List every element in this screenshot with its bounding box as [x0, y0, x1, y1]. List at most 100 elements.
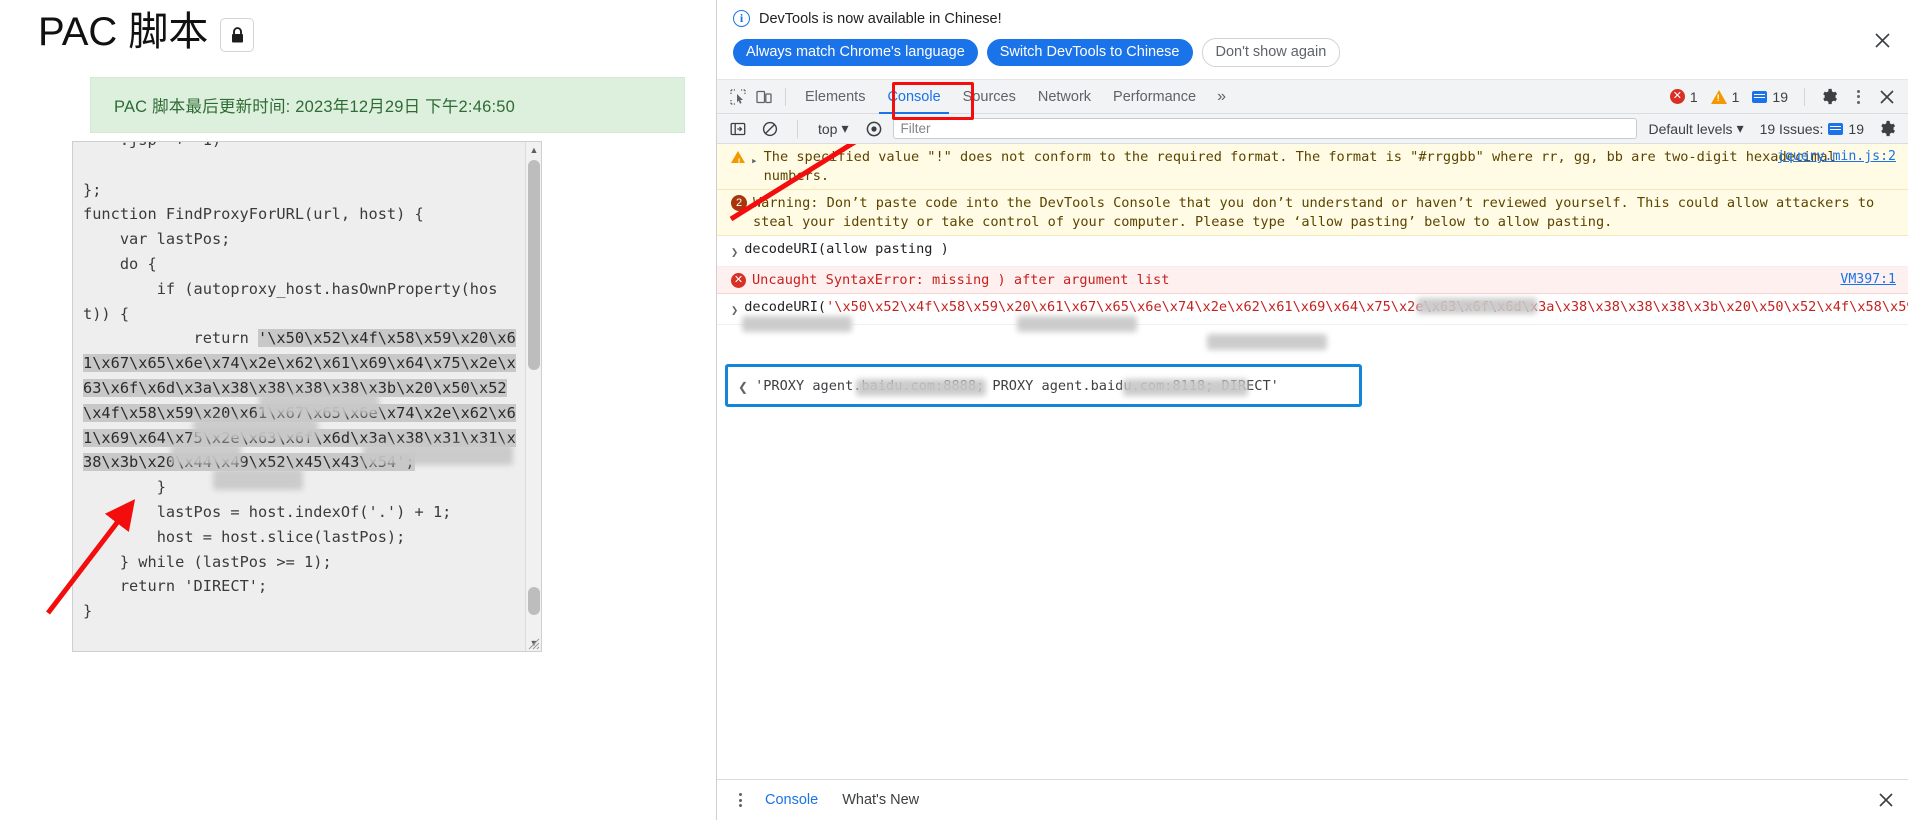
clear-console-icon[interactable]	[757, 116, 783, 142]
gear-icon[interactable]	[1816, 84, 1842, 110]
inspect-glyph	[730, 88, 746, 105]
console-row-warning-format[interactable]: ▸ The specified value "!" does not confo…	[717, 144, 1908, 190]
expand-arrow-icon[interactable]: ▸	[751, 152, 758, 171]
redaction-patch-console-2	[742, 316, 852, 332]
console-row-syntax-error[interactable]: ✕ Uncaught SyntaxError: missing ) after …	[717, 266, 1908, 294]
close-banner-icon[interactable]	[1870, 28, 1894, 52]
drawer-tab-console[interactable]: Console	[753, 792, 830, 808]
decodeuri-prefix: decodeURI(	[744, 299, 827, 315]
code-before: .jsp + 1) }; function FindProxyForURL(ur…	[83, 142, 498, 348]
dont-show-again-button[interactable]: Don't show again	[1201, 38, 1341, 67]
warning-triangle-icon	[731, 151, 745, 172]
lock-glyph	[231, 26, 243, 42]
console-result-text: 'PROXY agent.baidu.com:8888; PROXY agent…	[755, 377, 1279, 394]
live-expression-icon[interactable]	[861, 116, 887, 142]
code-selected-proxy-string: '\x50\x52\x4f\x58\x59\x20\x61\x67\x65\x6…	[83, 329, 516, 472]
tab-sources[interactable]: Sources	[952, 80, 1027, 114]
console-row-paste-warning[interactable]: 2 Warning: Don’t paste code into the Dev…	[717, 190, 1908, 236]
tab-elements[interactable]: Elements	[794, 80, 876, 114]
execution-context-select[interactable]: top ▾	[812, 118, 855, 139]
redaction-patch-console-3	[1017, 316, 1137, 332]
device-toolbar-icon[interactable]	[751, 84, 777, 110]
console-source-link[interactable]: jquery.min.js:2	[1777, 148, 1896, 167]
page-title: PAC 脚本	[38, 10, 209, 54]
issues-message-icon	[1828, 122, 1844, 135]
chevron-down-icon: ▾	[841, 120, 849, 136]
repeat-count-badge: 2	[731, 195, 747, 211]
warning-triangle-icon	[1710, 89, 1727, 104]
tab-performance[interactable]: Performance	[1102, 80, 1207, 114]
scroll-up-icon[interactable]: ▲	[526, 142, 541, 158]
decodeuri-hex-argument: '\x50\x52\x4f\x58\x59\x20\x61\x67\x65\x6…	[826, 299, 1908, 315]
device-glyph	[756, 90, 772, 103]
issues-chip[interactable]: 19 Issues: 19	[1756, 119, 1868, 139]
banner-message: DevTools is now available in Chinese!	[759, 10, 1002, 27]
console-command-text: decodeURI(allow pasting )	[744, 241, 949, 257]
issues-label: 19 Issues:	[1759, 120, 1824, 137]
tab-network[interactable]: Network	[1027, 80, 1102, 114]
log-levels-select[interactable]: Default levels ▾	[1643, 118, 1750, 139]
tab-console[interactable]: Console	[876, 80, 951, 114]
tab-console-label: Console	[887, 88, 941, 105]
warning-count-chip[interactable]: 1	[1706, 89, 1745, 105]
tab-sources-label: Sources	[962, 88, 1016, 105]
tab-network-label: Network	[1037, 88, 1092, 105]
console-messages: ▸ The specified value "!" does not confo…	[717, 144, 1908, 637]
tab-performance-label: Performance	[1113, 88, 1197, 105]
error-count: 1	[1689, 88, 1698, 105]
console-filter-bar: top ▾ Default levels ▾ 19 Issues: 19	[717, 114, 1908, 144]
console-error-source-link[interactable]: VM397:1	[1840, 271, 1896, 290]
kebab-glyph	[1847, 89, 1869, 104]
gear-glyph	[1822, 88, 1837, 105]
error-count-chip[interactable]: ✕ 1	[1665, 89, 1703, 105]
toolbar-divider	[785, 87, 786, 106]
close-drawer-icon[interactable]	[1874, 788, 1898, 812]
drawer-more-icon[interactable]	[727, 787, 753, 813]
message-count-chip[interactable]: 19	[1747, 89, 1793, 105]
error-circle-icon: ✕	[1669, 89, 1685, 104]
drawer-kebab-glyph	[729, 793, 751, 807]
pac-script-content: .jsp + 1) }; function FindProxyForURL(ur…	[73, 142, 525, 630]
warning-count: 1	[1731, 88, 1740, 105]
devtools-tabbar: Elements Console Sources Network Perform…	[717, 80, 1908, 114]
code-scrollbar-thumb-2[interactable]	[528, 587, 540, 615]
page-header: PAC 脚本	[0, 0, 716, 54]
language-banner: i DevTools is now available in Chinese! …	[717, 0, 1908, 80]
console-filter-input[interactable]	[892, 118, 1637, 139]
info-icon: i	[733, 10, 750, 27]
code-scrollbar-thumb[interactable]	[528, 160, 540, 370]
eye-glyph	[866, 121, 881, 136]
code-scrollbar[interactable]: ▲ ▼	[525, 142, 541, 651]
console-result-row[interactable]: ❮ 'PROXY agent.baidu.com:8888; PROXY age…	[725, 364, 1362, 407]
close-glyph-3	[1879, 793, 1893, 807]
console-row-command-decodeuri[interactable]: ❯ decodeURI('\x50\x52\x4f\x58\x59\x20\x6…	[717, 294, 1908, 350]
devtools-drawer: Console What's New	[717, 779, 1908, 820]
devtools-panel: ▲ ▼ i DevTools is now available in Chine…	[716, 0, 1908, 820]
log-levels-value: Default levels	[1648, 120, 1733, 137]
gear-glyph-2	[1880, 120, 1895, 137]
console-error-text: Uncaught SyntaxError: missing ) after ar…	[752, 271, 1170, 288]
more-tabs-icon[interactable]: »	[1207, 88, 1236, 106]
close-devtools-icon[interactable]	[1874, 84, 1900, 110]
tab-elements-label: Elements	[805, 88, 866, 105]
console-row-command-allow-pasting[interactable]: ❯ decodeURI(allow pasting )	[717, 236, 1908, 267]
banner-message-row: i DevTools is now available in Chinese!	[733, 10, 1892, 27]
lock-icon[interactable]	[220, 18, 255, 52]
tabbar-status-group: ✕ 1 1 19	[1665, 84, 1908, 110]
toggle-sidebar-icon[interactable]	[725, 116, 751, 142]
resize-grip-icon[interactable]	[526, 636, 540, 650]
console-settings-gear-icon[interactable]	[1874, 116, 1900, 142]
filterbar-divider	[797, 119, 798, 138]
last-update-text: PAC 脚本最后更新时间: 2023年12月29日 下午2:46:50	[114, 98, 516, 116]
drawer-tab-whats-new[interactable]: What's New	[830, 792, 931, 808]
clear-glyph	[762, 121, 778, 136]
issues-count: 19	[1848, 120, 1864, 137]
inspect-element-icon[interactable]	[725, 84, 751, 110]
always-match-language-button[interactable]: Always match Chrome's language	[733, 39, 978, 66]
switch-devtools-language-button[interactable]: Switch DevTools to Chinese	[986, 39, 1193, 66]
console-paste-warning-text: Warning: Don’t paste code into the DevTo…	[753, 195, 1875, 230]
pac-script-textarea[interactable]: .jsp + 1) }; function FindProxyForURL(ur…	[72, 141, 542, 652]
message-icon	[1752, 90, 1768, 103]
more-options-icon[interactable]	[1845, 84, 1871, 110]
chevron-right-icon: ❯	[731, 245, 739, 259]
